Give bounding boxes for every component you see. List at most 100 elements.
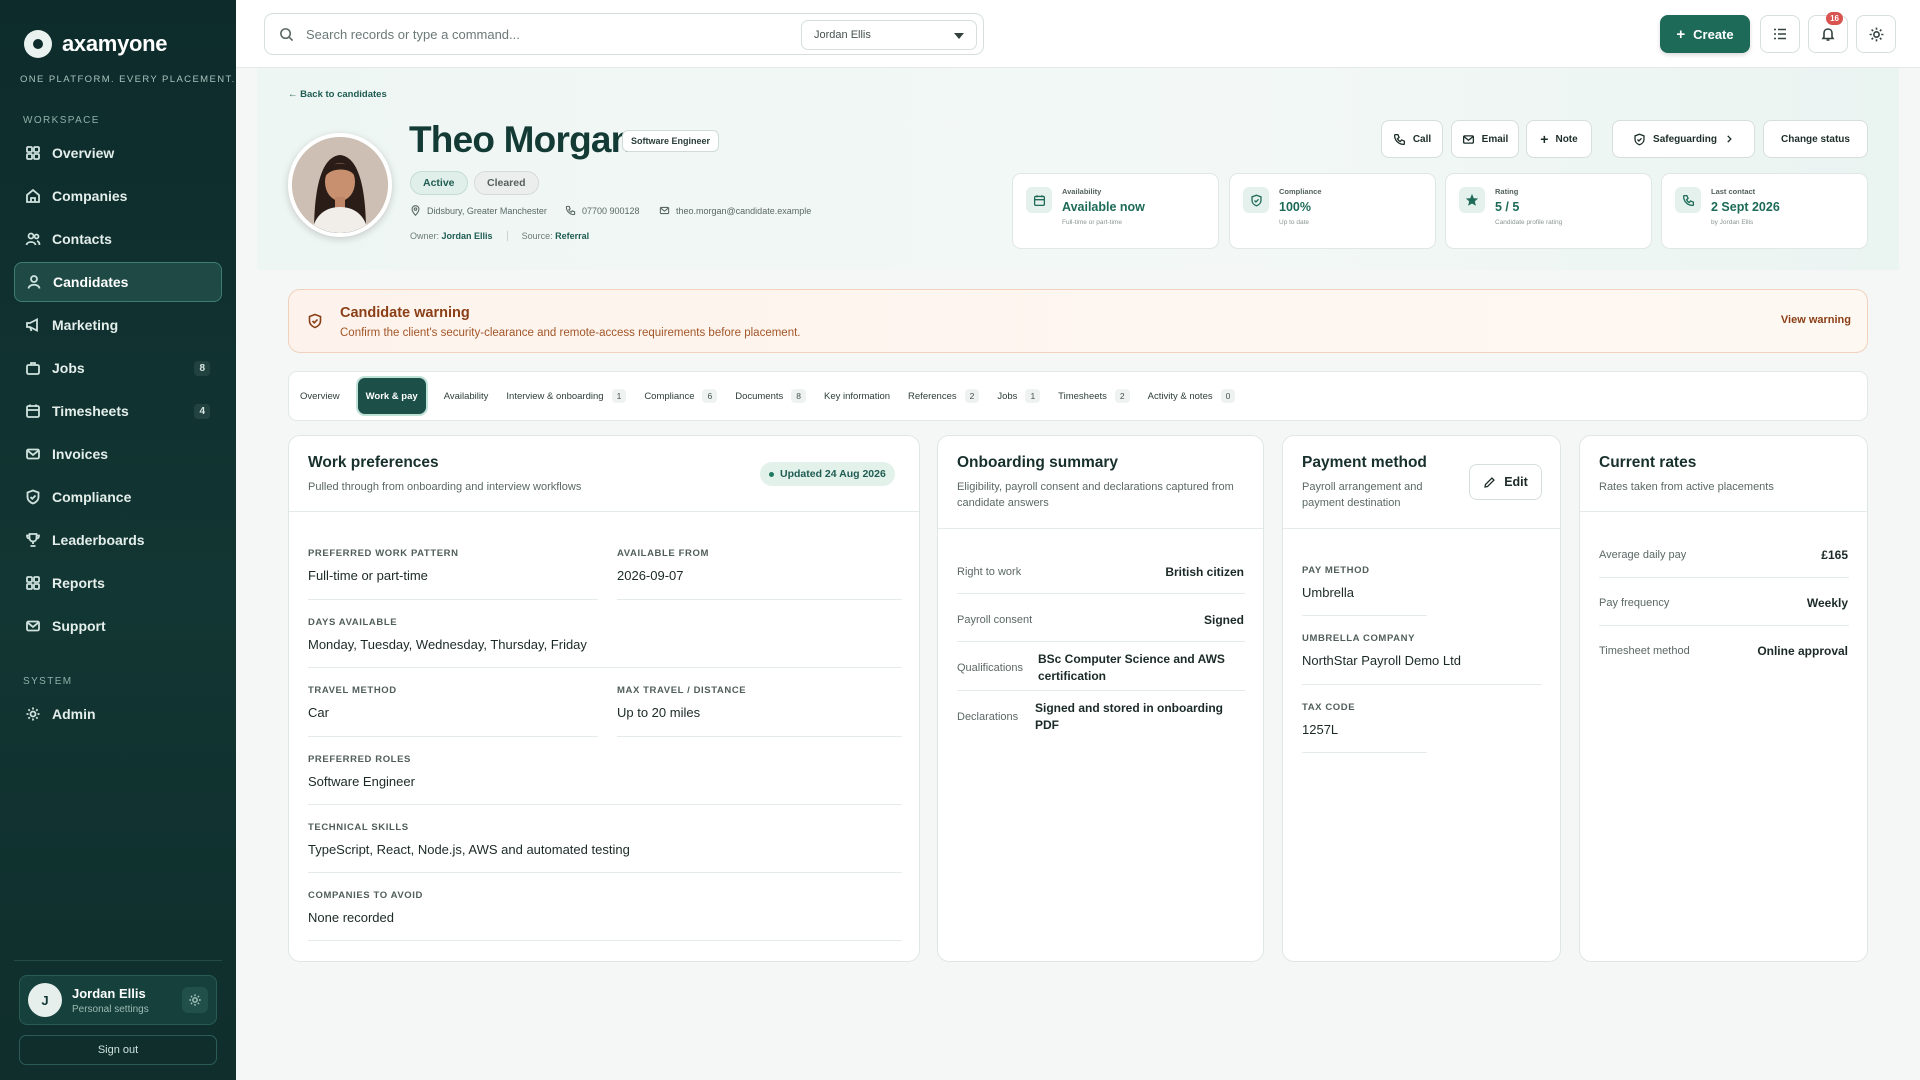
source-value: Referral	[555, 231, 590, 241]
sidebar-item-companies[interactable]: Companies	[14, 176, 222, 216]
field-label: UMBRELLA COMPANY	[1302, 633, 1416, 644]
sidebar-item-overview[interactable]: Overview	[14, 133, 222, 173]
tab-count: 1	[611, 389, 627, 403]
view-warning-link[interactable]: View warning	[1781, 314, 1851, 326]
jobs-count-badge: 8	[194, 360, 210, 376]
brand-logo[interactable]: axamyone	[24, 30, 168, 58]
row-value: Online approval	[1757, 644, 1848, 658]
chart-icon	[26, 576, 40, 590]
call-button[interactable]: Call	[1381, 120, 1443, 158]
owner-select[interactable]: Jordan Ellis	[801, 20, 977, 50]
call-label: Call	[1412, 133, 1432, 145]
field-label: MAX TRAVEL / DISTANCE	[617, 685, 747, 696]
tab-timesheets[interactable]: Timesheets 2	[1058, 378, 1130, 414]
field-value: Software Engineer	[308, 774, 415, 789]
sign-out-button[interactable]: Sign out	[19, 1035, 217, 1065]
tab-activity-notes[interactable]: Activity & notes 0	[1148, 378, 1236, 414]
back-to-candidates-link[interactable]: ← Back to candidates	[288, 89, 387, 100]
row-label: Declarations	[957, 711, 1019, 723]
field-label: DAYS AVAILABLE	[308, 617, 398, 628]
phone-text: 07700 900128	[582, 205, 640, 216]
list-icon	[1774, 28, 1786, 40]
plus-icon: +	[1540, 131, 1549, 147]
sidebar-item-admin[interactable]: Admin	[14, 694, 222, 734]
field-label: PREFERRED WORK PATTERN	[308, 548, 459, 559]
field-value: 1257L	[1302, 722, 1339, 737]
card-title: Current rates	[1599, 454, 1697, 471]
tab-overview[interactable]: Overview	[300, 378, 340, 414]
edit-payment-button[interactable]: Edit	[1469, 464, 1542, 500]
sidebar-item-timesheets[interactable]: Timesheets 4	[14, 391, 222, 431]
sidebar-item-reports[interactable]: Reports	[14, 563, 222, 603]
sidebar-item-marketing[interactable]: Marketing	[14, 305, 222, 345]
tab-count: 6	[702, 389, 718, 403]
tab-references[interactable]: References 2	[908, 378, 980, 414]
search-bar[interactable]: Jordan Ellis	[264, 13, 984, 55]
stat-sub: Candidate profile rating	[1495, 219, 1563, 226]
tab-work-pay[interactable]: Work & pay	[357, 378, 426, 414]
tab-count: 2	[1114, 389, 1130, 403]
mail-icon	[1462, 134, 1474, 144]
safeguarding-label: Safeguarding	[1653, 133, 1717, 145]
note-button[interactable]: + Note	[1526, 120, 1592, 158]
list-view-button[interactable]	[1760, 15, 1800, 53]
email-button[interactable]: Email	[1451, 120, 1519, 158]
card-title: Onboarding summary	[957, 454, 1119, 471]
tab-label: Work & pay	[365, 390, 418, 402]
tab-compliance[interactable]: Compliance 6	[644, 378, 718, 414]
owner-name[interactable]: Jordan Ellis	[442, 231, 493, 241]
tab-availability[interactable]: Availability	[444, 378, 489, 414]
candidate-tabs: Overview Work & pay Availability Intervi…	[288, 371, 1868, 421]
sidebar-item-compliance[interactable]: Compliance	[14, 477, 222, 517]
user-name: Jordan Ellis	[72, 985, 146, 1001]
tab-label: Documents	[735, 390, 784, 402]
tab-documents[interactable]: Documents 8	[735, 378, 807, 414]
sidebar-item-jobs[interactable]: Jobs 8	[14, 348, 222, 388]
sidebar-item-contacts[interactable]: Contacts	[14, 219, 222, 259]
user-card[interactable]: J Jordan Ellis Personal settings	[19, 975, 217, 1025]
sidebar-item-support[interactable]: Support	[14, 606, 222, 646]
trophy-icon	[26, 533, 40, 547]
candidate-name: Theo Morgan	[409, 119, 633, 160]
sidebar-item-candidates[interactable]: Candidates	[14, 262, 222, 302]
field-value: 2026-09-07	[617, 568, 684, 583]
gear-icon	[189, 994, 201, 1006]
owner-source-line: Owner: Jordan Ellis Source: Referral	[410, 231, 589, 241]
shield-icon	[26, 489, 40, 505]
field-label: PREFERRED ROLES	[308, 754, 411, 765]
change-status-label: Change status	[1781, 133, 1850, 145]
notifications-button[interactable]: 16	[1808, 12, 1848, 53]
user-settings-link[interactable]: Personal settings	[72, 1004, 149, 1015]
field-label: PAY METHOD	[1302, 565, 1370, 576]
sidebar-item-label: Admin	[52, 706, 96, 722]
tab-key-information[interactable]: Key information	[824, 378, 890, 414]
card-subtitle: Rates taken from active placements	[1599, 481, 1774, 493]
timesheets-count-badge: 4	[194, 403, 210, 419]
row-label: Payroll consent	[957, 614, 1033, 626]
note-label: Note	[1555, 133, 1578, 145]
tab-label: Timesheets	[1058, 390, 1107, 402]
avatar: J	[28, 983, 62, 1017]
candidate-phone[interactable]: 07700 900128	[565, 205, 640, 216]
safeguarding-button[interactable]: Safeguarding	[1612, 120, 1755, 158]
settings-button[interactable]	[1856, 15, 1896, 53]
chevron-down-icon	[954, 33, 964, 39]
create-button[interactable]: + Create	[1660, 15, 1750, 53]
search-input[interactable]	[306, 26, 786, 42]
stat-value: Available now	[1062, 200, 1145, 214]
user-settings-button[interactable]	[182, 987, 208, 1013]
tab-interview-onboarding[interactable]: Interview & onboarding 1	[506, 378, 627, 414]
shield-icon	[1243, 187, 1269, 213]
change-status-button[interactable]: Change status	[1763, 120, 1868, 158]
tab-label: Overview	[300, 390, 340, 402]
candidate-email[interactable]: theo.morgan@candidate.example	[659, 205, 811, 216]
stat-value: 100%	[1279, 200, 1311, 214]
tab-jobs[interactable]: Jobs 1	[997, 378, 1041, 414]
status-badge-cleared: Cleared	[474, 171, 539, 195]
stat-sub: Full-time or part-time	[1062, 219, 1122, 226]
stat-card-rating: Rating 5 / 5 Candidate profile rating	[1445, 173, 1652, 249]
sidebar-item-invoices[interactable]: Invoices	[14, 434, 222, 474]
tab-label: Activity & notes	[1147, 390, 1213, 402]
person-icon	[27, 275, 41, 289]
sidebar-item-leaderboards[interactable]: Leaderboards	[14, 520, 222, 560]
